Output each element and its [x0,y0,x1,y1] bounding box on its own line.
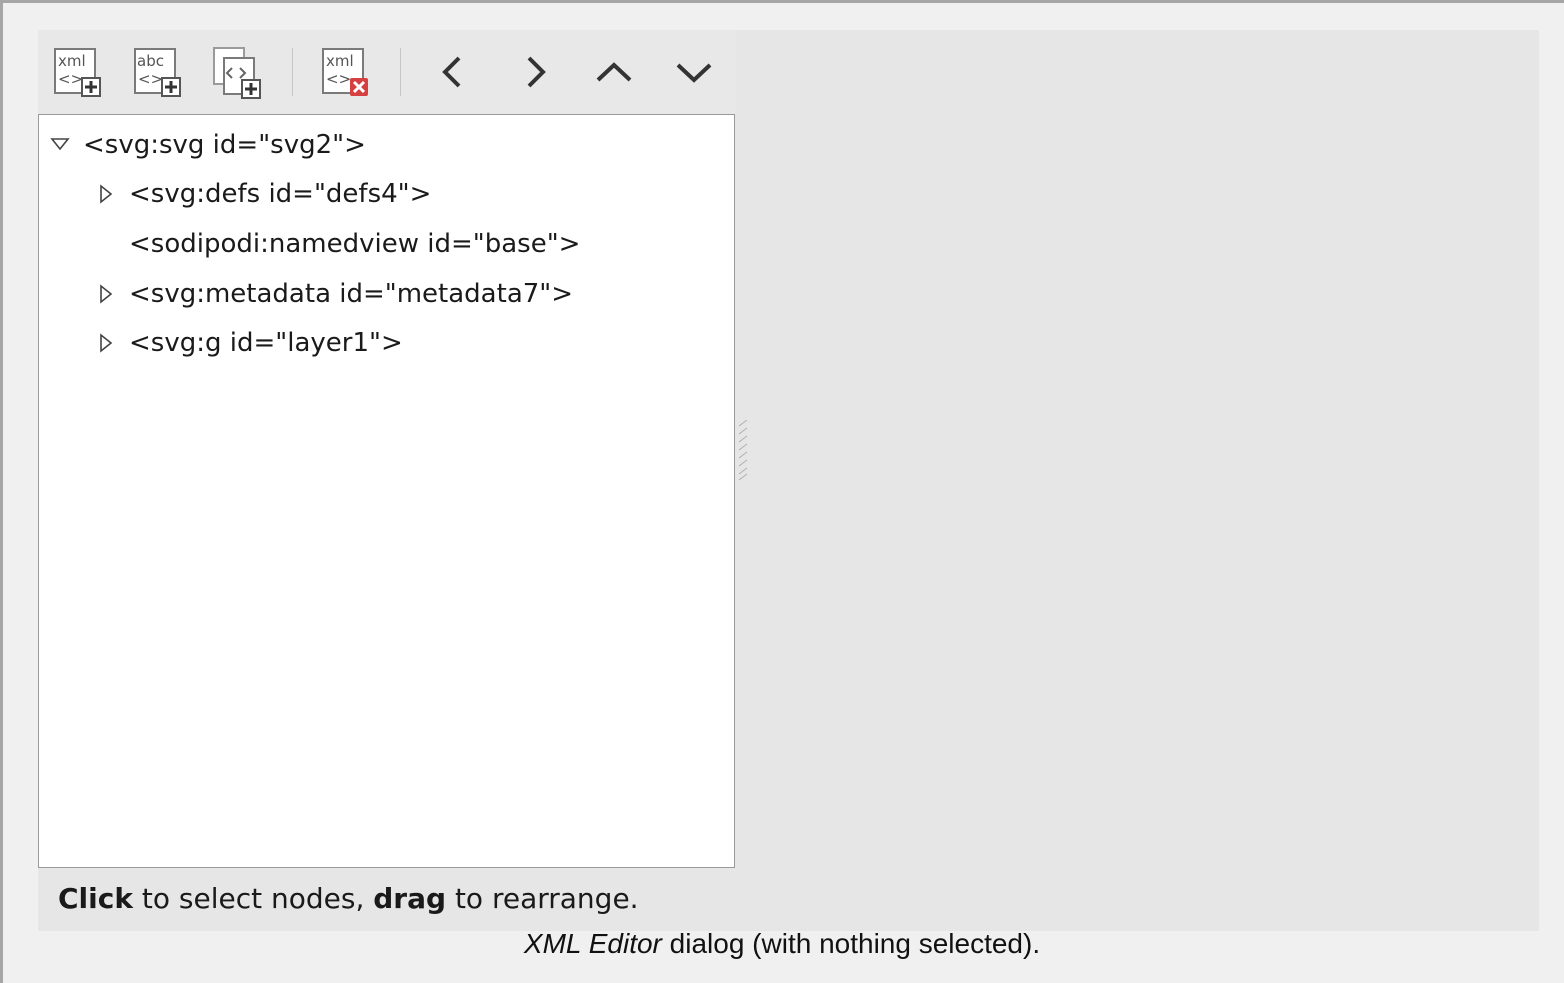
delete-node-button[interactable]: xml <> [316,42,376,102]
toolbar: xml <> abc <> xml <> [38,30,736,114]
triangle-right-icon [100,284,113,304]
status-drag: drag [373,882,447,915]
tree-node-svg-root[interactable]: <svg:svg id="svg2"> [49,125,366,165]
chevron-up-icon [596,62,632,82]
expand-triangle-right-icon[interactable] [95,174,129,214]
raise-node-button[interactable] [584,42,644,102]
tree-node-label: <svg:svg id="svg2"> [83,130,366,160]
pane-resize-grip[interactable] [737,419,749,481]
abc-add-icon: abc <> [134,48,181,97]
triangle-down-icon [50,138,70,151]
toolbar-separator [292,48,293,96]
status-text-2: to rearrange. [446,882,639,915]
tree-node-metadata[interactable]: <svg:metadata id="metadata7"> [95,274,573,314]
caption-title: XML Editor [523,928,662,959]
tree-node-label: <sodipodi:namedview id="base"> [129,229,581,259]
grip-icon [738,419,748,481]
svg-text:xml: xml [58,52,86,70]
tree-node-label: <svg:metadata id="metadata7"> [129,279,574,309]
lower-node-button[interactable] [664,42,724,102]
svg-text:<>: <> [58,70,83,88]
status-text-1: to select nodes, [132,882,374,915]
duplicate-node-button[interactable] [208,42,268,102]
svg-text:<>: <> [138,70,163,88]
svg-text:xml: xml [326,52,354,70]
expand-triangle-right-icon[interactable] [95,323,129,363]
figure-caption: XML Editor dialog (with nothing selected… [0,928,1564,960]
new-text-node-button[interactable]: abc <> [128,42,188,102]
triangle-right-icon [100,333,113,353]
xml-node-tree[interactable]: <svg:svg id="svg2"> <svg:defs id="defs4"… [38,114,735,868]
status-click: Click [58,882,133,915]
xml-delete-icon: xml <> [322,48,368,96]
triangle-right-icon [100,184,113,204]
tree-node-namedview[interactable]: <sodipodi:namedview id="base"> [129,224,580,264]
svg-text:<>: <> [326,70,351,88]
duplicate-node-icon [213,47,261,99]
chevron-left-icon [442,56,461,88]
toolbar-separator [400,48,401,96]
tree-node-label: <svg:g id="layer1"> [129,328,403,358]
indent-node-button[interactable] [504,42,564,102]
caption-rest: dialog (with nothing selected). [661,928,1041,959]
svg-text:abc: abc [137,52,164,70]
new-element-node-button[interactable]: xml <> [48,42,108,102]
tree-node-layer[interactable]: <svg:g id="layer1"> [95,323,403,363]
expand-triangle-right-icon[interactable] [95,274,129,314]
xml-add-icon: xml <> [54,48,101,97]
tree-node-defs[interactable]: <svg:defs id="defs4"> [95,174,431,214]
chevron-down-icon [676,63,712,83]
xml-editor-dialog: xml <> abc <> xml <> <svg:svg id="svg2">… [38,30,1539,931]
status-hint: Click to select nodes, drag to rearrange… [58,882,639,915]
tree-node-label: <svg:defs id="defs4"> [129,179,432,209]
chevron-right-icon [527,56,546,88]
unindent-node-button[interactable] [424,42,484,102]
expand-triangle-down-icon[interactable] [49,125,83,165]
